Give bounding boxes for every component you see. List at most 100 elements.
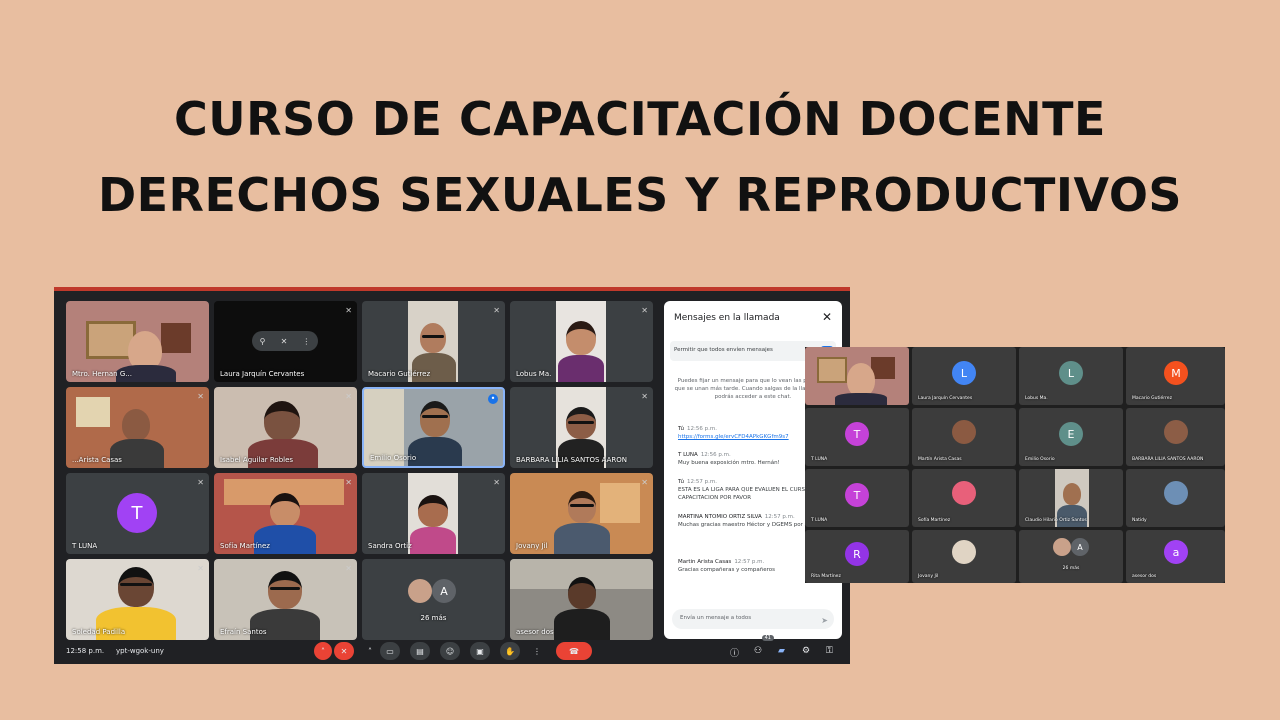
chat-header: Mensajes en la llamada <box>674 313 780 323</box>
participant-tile-overflow[interactable]: A 26 más <box>362 559 505 640</box>
participant-tile[interactable]: R Rita Martínez <box>805 530 909 583</box>
participant-tile[interactable] <box>805 347 909 405</box>
chevron-up-icon[interactable]: ˄ <box>362 642 378 660</box>
participant-tile[interactable]: ✕ Sofía Martínez <box>214 473 357 554</box>
participant-tile[interactable]: ✕ Jovany Jil <box>510 473 653 554</box>
participant-tile[interactable]: Mtro. Hernan G... <box>66 301 209 382</box>
participant-tile[interactable]: BARBARA LILIA SANTOS AARON <box>1126 408 1225 466</box>
pin-icon[interactable]: ⚲ <box>260 337 266 346</box>
meet-screenshot-2: L Laura Jarquín Cervantes L Lobus Ma. M … <box>805 347 1225 583</box>
chevron-up-icon[interactable]: ˄ <box>314 642 332 660</box>
avatar-photo <box>1164 481 1188 505</box>
mute-icon[interactable]: ✕ <box>281 337 288 346</box>
mic-off-icon: ✕ <box>345 392 352 401</box>
message-time: 12:56 p.m. <box>700 452 731 458</box>
chat-icon[interactable]: ▰ <box>778 646 785 656</box>
participant-name: Jovany Jil <box>516 542 548 550</box>
more-options-icon[interactable]: ⋮ <box>530 642 544 660</box>
participant-tile[interactable]: ✕ Soledad Padilla <box>66 559 209 640</box>
participant-tile[interactable]: ✕ ...Arista Casas <box>66 387 209 468</box>
participant-tile[interactable]: Jovany Jil <box>912 530 1016 583</box>
participant-tile[interactable]: a asesor dos <box>1126 530 1225 583</box>
participant-tile[interactable]: E Emilio Osorio <box>1019 408 1123 466</box>
participant-name: BARBARA LILIA SANTOS AARON <box>1132 457 1204 462</box>
participant-name: Natidy <box>1132 518 1147 523</box>
participant-tile[interactable]: T T LUNA <box>805 408 909 466</box>
info-icon[interactable]: ⓘ <box>730 646 739 659</box>
mic-off-icon: ✕ <box>197 392 204 401</box>
participant-tile[interactable]: Natidy <box>1126 469 1225 527</box>
meeting-control-bar: 12:58 p.m. ypt-wgok-uny ˄ ✕ ˄ ▭ ▤ ☺ ▣ ✋ … <box>54 635 850 664</box>
participant-tile[interactable]: L Lobus Ma. <box>1019 347 1123 405</box>
glasses <box>570 504 594 507</box>
emoji-button[interactable]: ☺ <box>440 642 460 660</box>
mic-off-icon: ✕ <box>641 306 648 315</box>
participant-tile[interactable]: M Macario Gutiérrez <box>1126 347 1225 405</box>
person-head <box>118 567 154 607</box>
tile-hover-controls[interactable]: ⚲ ✕ ⋮ <box>252 331 318 351</box>
captions-button[interactable]: ▤ <box>410 642 430 660</box>
camera-button[interactable]: ▭ <box>380 642 400 660</box>
meeting-code: ypt-wgok-uny <box>116 647 164 655</box>
participant-name: asesor dos <box>516 628 554 636</box>
end-call-button[interactable]: ☎ <box>556 642 592 660</box>
participant-tile[interactable]: ⚲ ✕ ⋮ ✕ Laura Jarquín Cervantes <box>214 301 357 382</box>
participant-tile[interactable]: asesor dos <box>510 559 653 640</box>
participant-tile[interactable]: ✕ Lobus Ma. <box>510 301 653 382</box>
person-head <box>270 493 300 527</box>
mic-off-button[interactable]: ✕ <box>334 642 354 660</box>
participant-tile[interactable]: ✕ Isabel Aguilar Robles <box>214 387 357 468</box>
participant-tile[interactable]: L Laura Jarquín Cervantes <box>912 347 1016 405</box>
person-body <box>554 609 610 640</box>
participant-name: Laura Jarquín Cervantes <box>220 370 305 378</box>
chat-message-input[interactable]: Envía un mensaje a todos <box>672 609 834 629</box>
avatar-photo <box>408 579 432 603</box>
participant-tile[interactable]: T T LUNA <box>805 469 909 527</box>
participant-name: Emilio Osorio <box>1025 457 1055 462</box>
wall-frame <box>161 323 191 353</box>
avatar: E <box>1059 422 1083 446</box>
person-head <box>568 577 596 609</box>
participant-name: Claudio Hilario Ortiz Santos <box>1025 518 1087 523</box>
participant-tile-overflow[interactable]: A 26 más <box>1019 530 1123 583</box>
participant-tile[interactable]: Martín Arista Casas <box>912 408 1016 466</box>
person-head <box>566 321 596 355</box>
avatar-photo <box>952 481 976 505</box>
message-time: 12:56 p.m. <box>687 426 717 432</box>
participant-tile[interactable]: Sofía Martínez <box>912 469 1016 527</box>
participant-count-badge: 41 <box>761 635 774 641</box>
raise-hand-button[interactable]: ✋ <box>500 642 520 660</box>
send-icon[interactable]: ➤ <box>821 616 828 625</box>
participant-tile[interactable]: ✕ BARBARA LILIA SANTOS AARON <box>510 387 653 468</box>
participant-name: Sandra Ortiz <box>368 542 412 550</box>
participant-tile[interactable]: ✕ Efraín Santos <box>214 559 357 640</box>
mic-off-icon: ✕ <box>345 564 352 573</box>
person-head <box>1063 483 1081 505</box>
glasses <box>270 587 300 590</box>
participant-tile-active[interactable]: • Emilio Osorio <box>362 387 505 468</box>
participant-name: asesor dos <box>1132 574 1157 579</box>
more-icon[interactable]: ⋮ <box>302 337 310 346</box>
activities-icon[interactable]: ⚙ <box>802 646 810 656</box>
participant-tile[interactable]: ✕ Sandra Ortiz <box>362 473 505 554</box>
avatar: A <box>1071 538 1089 556</box>
participant-tile[interactable]: Claudio Hilario Ortiz Santos <box>1019 469 1123 527</box>
decoration <box>600 483 640 523</box>
message-sender: Martin Arista Casas <box>678 559 732 565</box>
person-body <box>558 355 604 382</box>
participant-tile[interactable]: T ✕ T LUNA <box>66 473 209 554</box>
avatar-photo <box>1164 420 1188 444</box>
present-button[interactable]: ▣ <box>470 642 490 660</box>
avatar: R <box>845 542 869 566</box>
close-icon[interactable]: ✕ <box>822 310 832 324</box>
host-controls-icon[interactable]: ⚿ <box>826 646 833 656</box>
avatar: T <box>117 493 157 533</box>
participant-tile[interactable]: ✕ Macario Gutiérrez <box>362 301 505 382</box>
people-icon[interactable]: ⚇ <box>754 646 762 656</box>
participant-name: Macario Gutiérrez <box>1132 396 1172 401</box>
meet-screenshot-1: Mtro. Hernan G... ⚲ ✕ ⋮ ✕ Laura Jarquín Ce… <box>54 287 850 664</box>
participant-name: T LUNA <box>811 457 828 462</box>
message-time: 12:57 p.m. <box>764 514 795 520</box>
glasses <box>422 415 448 418</box>
avatar: a <box>1164 540 1188 564</box>
